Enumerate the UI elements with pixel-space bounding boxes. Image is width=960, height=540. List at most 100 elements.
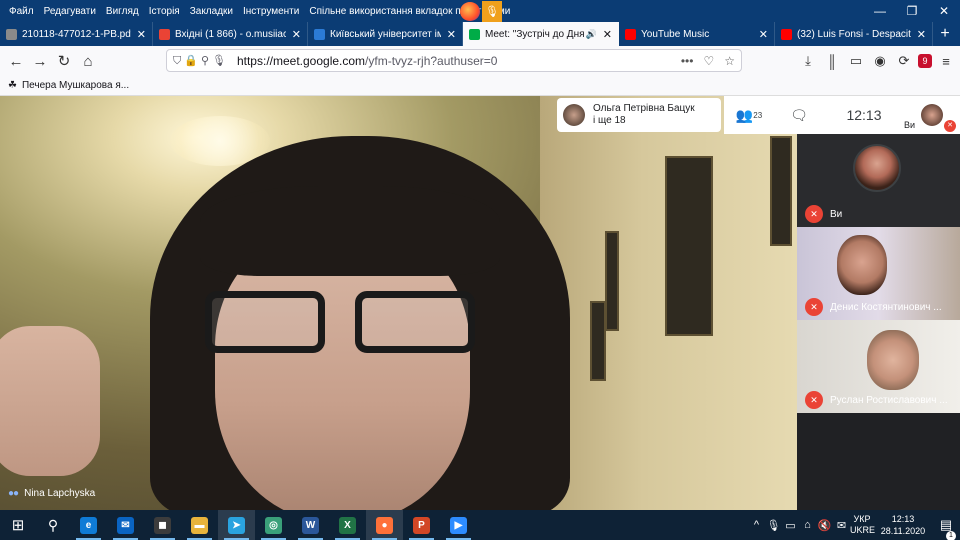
bookmark-icon: ☘ xyxy=(8,80,17,91)
menu-item[interactable]: Вигляд xyxy=(101,6,144,17)
taskbar-app[interactable]: ● xyxy=(366,510,403,540)
main-speaker-video[interactable] xyxy=(0,96,797,510)
close-tab-icon[interactable]: ✕ xyxy=(603,28,612,41)
taskbar-app[interactable]: W xyxy=(292,510,329,540)
home-button[interactable]: ⌂ xyxy=(76,53,100,70)
meet-top-bar: Ольга Петрівна Бацук і ще 18 👥 23 🗨 12:13… xyxy=(557,96,960,134)
menu-item[interactable]: Історія xyxy=(144,6,185,17)
account-icon[interactable]: ◉ xyxy=(870,53,890,69)
taskbar-app[interactable]: ✉ xyxy=(107,510,144,540)
site-info-icons[interactable]: ⛉🔒⚲🎙 xyxy=(173,54,229,68)
speaker-chip[interactable]: Ольга Петрівна Бацук і ще 18 xyxy=(557,98,721,132)
meet-call-view: ●● Nina Lapchyska ✕ Ви ✕ Денис Костянтин… xyxy=(0,96,960,510)
wall-picture xyxy=(605,231,619,331)
chevron-up-icon[interactable]: ^ xyxy=(748,519,765,531)
self-view[interactable]: Ви ✕ xyxy=(904,96,960,134)
tab-label: YouTube Music xyxy=(641,28,710,40)
close-tab-icon[interactable]: ✕ xyxy=(759,28,768,41)
language-indicator[interactable]: УКР UKRE xyxy=(850,514,875,536)
search-icon[interactable]: ⚲ xyxy=(36,517,70,534)
taskbar-app[interactable]: ◎ xyxy=(255,510,292,540)
menu-item[interactable]: Файл xyxy=(4,6,39,17)
speaker-person xyxy=(150,136,570,510)
explorer-icon: ▬ xyxy=(191,516,208,534)
notification-count: 1 xyxy=(946,531,956,540)
bookmark-star-icon[interactable]: ☆ xyxy=(724,54,735,68)
clock-date[interactable]: 12:13 28.11.2020 xyxy=(874,513,932,537)
close-tab-icon[interactable]: ✕ xyxy=(917,28,926,41)
wall-picture xyxy=(770,136,792,246)
meet-clock: 12:13 xyxy=(824,96,904,134)
sidebar-icon[interactable]: ▭ xyxy=(846,53,866,69)
glasses-lens xyxy=(355,291,475,353)
start-button[interactable]: ⊞ xyxy=(0,516,36,534)
menu-item[interactable]: Закладки xyxy=(185,6,238,17)
zoom-icon: ▶ xyxy=(450,516,467,534)
chat-button[interactable]: 🗨 xyxy=(774,96,824,134)
browser-tab[interactable]: Meet: "Зустріч до Дня п 🔊 ✕ xyxy=(463,22,619,46)
back-button[interactable]: ← xyxy=(4,53,28,70)
youtube-music-icon xyxy=(625,28,636,40)
close-tab-icon[interactable]: ✕ xyxy=(447,28,456,41)
participant-video xyxy=(867,330,919,390)
microphone-indicator-icon[interactable]: 🎙 xyxy=(482,1,502,22)
reload-button[interactable]: ↻ xyxy=(52,52,76,70)
minimize-button[interactable]: — xyxy=(864,0,896,22)
chat-icon: 🗨 xyxy=(790,106,808,123)
speaker-icon[interactable]: 🔊 xyxy=(586,29,597,40)
avatar xyxy=(563,104,585,126)
tab-label: (32) Luis Fonsi - Despacito f xyxy=(797,28,911,40)
tab-label: Вхідні (1 866) - o.musiiache xyxy=(175,28,286,40)
microphone-icon[interactable]: 🎙 xyxy=(765,519,782,532)
addon-badge-icon[interactable]: 9 xyxy=(918,54,932,68)
volume-muted-icon[interactable]: 🔇 xyxy=(816,519,833,532)
taskbar-app[interactable]: X xyxy=(329,510,366,540)
url-bar[interactable]: ⛉🔒⚲🎙 https://meet. google.com/yfm-tvyz-rj… xyxy=(166,49,742,72)
library-icon[interactable]: ║ xyxy=(822,54,842,69)
taskbar-app[interactable]: P xyxy=(403,510,440,540)
close-window-button[interactable]: ✕ xyxy=(928,0,960,22)
tab-label: 210118-477012-1-PB.pdf xyxy=(22,28,131,40)
participant-tile-self[interactable]: ✕ Ви xyxy=(797,134,960,227)
participant-tile[interactable]: ✕ Руслан Ростиславович ... xyxy=(797,320,960,413)
browser-tab[interactable]: 210118-477012-1-PB.pdf ✕ xyxy=(0,22,153,46)
participant-name: Ви xyxy=(830,208,843,220)
close-tab-icon[interactable]: ✕ xyxy=(137,28,146,41)
browser-tab[interactable]: YouTube Music ✕ xyxy=(619,22,775,46)
pocket-icon[interactable]: ♡ xyxy=(703,54,714,68)
speaker-chip-more: і ще 18 xyxy=(593,115,626,126)
mail-icon: ✉ xyxy=(117,516,134,534)
menu-hamburger-icon[interactable]: ≡ xyxy=(936,54,956,69)
navigation-bar: ← → ↻ ⌂ ⛉🔒⚲🎙 https://meet. google.com/yfm… xyxy=(0,46,960,76)
participant-tile[interactable]: ✕ Денис Костянтинович ... xyxy=(797,227,960,320)
taskbar-app[interactable]: ➤ xyxy=(218,510,255,540)
browser-tab[interactable]: Вхідні (1 866) - o.musiiache ✕ xyxy=(153,22,308,46)
mic-off-icon: ✕ xyxy=(944,120,956,132)
forward-button[interactable]: → xyxy=(28,53,52,70)
network-icon[interactable]: ⌂ xyxy=(799,519,816,531)
new-tab-button[interactable]: + xyxy=(933,22,957,46)
tab-label: Meet: "Зустріч до Дня п xyxy=(485,28,586,40)
notification-icon[interactable]: ▤ 1 xyxy=(932,517,960,540)
close-tab-icon[interactable]: ✕ xyxy=(292,28,301,41)
taskbar-app[interactable]: e xyxy=(70,510,107,540)
maximize-button[interactable]: ❐ xyxy=(896,0,928,22)
message-icon[interactable]: ✉ xyxy=(833,519,850,532)
menu-item[interactable]: Редагувати xyxy=(39,6,101,17)
tabs: 210118-477012-1-PB.pdf ✕ Вхідні (1 866) - … xyxy=(0,22,933,46)
browser-tab[interactable]: (32) Luis Fonsi - Despacito f ✕ xyxy=(775,22,933,46)
display-icon[interactable]: ▭ xyxy=(782,519,799,532)
sync-icon[interactable]: ⟳ xyxy=(894,53,914,69)
mic-off-icon: ✕ xyxy=(805,205,823,223)
menu-item[interactable]: Інструменти xyxy=(238,6,304,17)
browser-tab[interactable]: Київський університет імені ✕ xyxy=(308,22,463,46)
taskbar-app[interactable]: ◼ xyxy=(144,510,181,540)
people-button[interactable]: 👥 23 xyxy=(724,96,774,134)
page-actions-icon[interactable]: ••• xyxy=(681,54,694,68)
downloads-icon[interactable]: ⤓ xyxy=(798,53,818,69)
bookmark-item[interactable]: Печера Мушкарова я... xyxy=(22,80,129,91)
taskbar-app[interactable]: ▶ xyxy=(440,510,477,540)
people-icon: 👥 xyxy=(735,106,754,123)
taskbar-app[interactable]: ▬ xyxy=(181,510,218,540)
menu-bar: Файл Редагувати Вигляд Історія Закладки Інстр… xyxy=(0,0,960,22)
